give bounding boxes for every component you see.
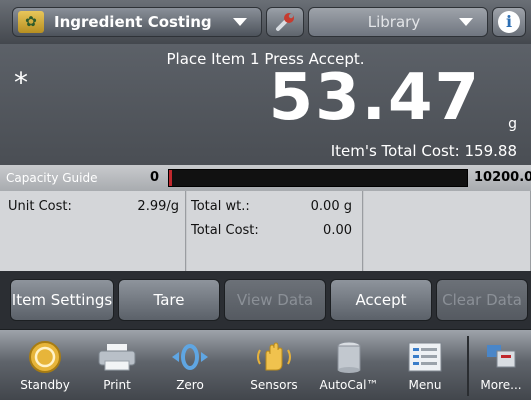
nav-zero[interactable]: Zero: [157, 330, 223, 400]
nav-menu[interactable]: Menu: [392, 330, 458, 400]
calibration-weight-icon: [329, 340, 369, 374]
nav-sensors[interactable]: Sensors: [241, 330, 307, 400]
top-bar: ✿ Ingredient Costing Library i: [0, 0, 531, 44]
wrench-icon: [276, 13, 294, 31]
nav-sensors-label: Sensors: [250, 378, 298, 392]
nav-standby-label: Standby: [20, 378, 70, 392]
application-select[interactable]: ✿ Ingredient Costing: [12, 7, 262, 37]
nav-standby[interactable]: Standby: [12, 330, 78, 400]
navigation-bar: Standby Print Zero Sensors AutoCal™ Menu…: [0, 329, 531, 400]
info-icon: i: [498, 11, 520, 33]
capacity-bar-fill: [169, 170, 172, 186]
nav-autocal-label: AutoCal™: [319, 378, 379, 392]
capacity-bar: [168, 169, 468, 187]
stability-indicator: *: [14, 66, 28, 99]
accept-button[interactable]: Accept: [330, 279, 432, 321]
library-label: Library: [367, 13, 421, 31]
item-settings-button[interactable]: Item Settings: [10, 279, 114, 321]
softkey-bar: Item Settings Tare View Data Accept Clea…: [0, 271, 531, 329]
ingredient-costing-icon: ✿: [18, 11, 44, 33]
nav-menu-label: Menu: [408, 378, 442, 392]
weight-readout: 53.47: [268, 61, 481, 135]
total-weight-label: Total wt.:: [191, 199, 250, 214]
total-cost-value: 0.00: [323, 223, 352, 238]
application-label: Ingredient Costing: [54, 13, 212, 31]
nav-autocal[interactable]: AutoCal™: [316, 330, 382, 400]
standby-icon: [25, 340, 65, 374]
settings-wrench-button[interactable]: [266, 7, 304, 37]
menu-icon: [405, 340, 445, 374]
library-select[interactable]: Library: [308, 7, 488, 37]
zero-icon: [170, 340, 210, 374]
weight-unit: g: [508, 116, 517, 132]
capacity-max: 10200.00: [474, 170, 531, 185]
capacity-min: 0: [150, 170, 160, 185]
unit-cost-field: Unit Cost: 2.99/g: [0, 191, 186, 271]
nav-more-label: More...: [480, 378, 522, 392]
chevron-down-icon: [459, 18, 473, 26]
nav-zero-label: Zero: [176, 378, 204, 392]
item-total-cost: Item's Total Cost: 159.88: [330, 142, 517, 160]
weight-display: Place Item 1 Press Accept. * 53.47 g Ite…: [0, 44, 531, 165]
unit-cost-label: Unit Cost:: [8, 199, 72, 214]
view-data-button[interactable]: View Data: [224, 279, 326, 321]
more-icon: [481, 340, 521, 374]
nav-more[interactable]: More...: [468, 330, 531, 400]
hand-sensor-icon: [254, 340, 294, 374]
chevron-down-icon: [233, 18, 247, 26]
nav-print-label: Print: [103, 378, 131, 392]
totals-field: Total wt.: 0.00 g Total Cost: 0.00: [187, 191, 363, 271]
capacity-guide: Capacity Guide 0 10200.00: [0, 165, 531, 191]
unit-cost-value: 2.99/g: [137, 199, 179, 214]
clear-data-button[interactable]: Clear Data: [436, 279, 528, 321]
reference-fields: Unit Cost: 2.99/g Total wt.: 0.00 g Tota…: [0, 191, 531, 271]
empty-field: [364, 191, 531, 271]
capacity-guide-label: Capacity Guide: [6, 171, 98, 185]
total-weight-value: 0.00 g: [310, 199, 352, 214]
printer-icon: [97, 340, 137, 374]
total-cost-label: Total Cost:: [191, 223, 259, 238]
nav-print[interactable]: Print: [84, 330, 150, 400]
info-button[interactable]: i: [492, 7, 526, 37]
tare-button[interactable]: Tare: [118, 279, 220, 321]
